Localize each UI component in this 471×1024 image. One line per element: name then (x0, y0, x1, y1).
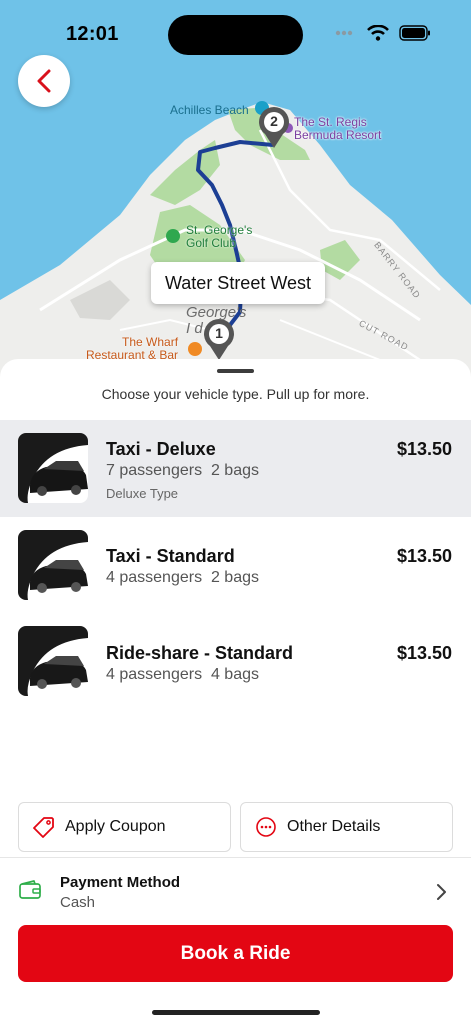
wallet-icon (19, 880, 41, 899)
car-icon (18, 433, 88, 503)
other-details-label: Other Details (287, 818, 381, 835)
vehicle-option-rideshare-standard[interactable]: Ride-share - Standard 4 passengers 4 bag… (0, 614, 471, 711)
payment-method-title: Payment Method (60, 874, 181, 891)
payment-method-value: Cash (60, 894, 96, 911)
vehicle-image (18, 530, 88, 600)
back-chevron-icon (37, 69, 51, 93)
vehicle-name: Ride-share - Standard (106, 643, 294, 663)
vehicle-name: Taxi - Standard (106, 546, 235, 566)
battery-icon (399, 25, 430, 41)
georges-line-1: George's (186, 304, 247, 321)
vehicle-passengers: 4 passengers (106, 569, 203, 586)
map-label-georges-island: George's I d (186, 305, 246, 337)
vehicle-passengers: 7 passengers (106, 462, 203, 479)
divider (0, 857, 471, 858)
vehicle-image (18, 433, 88, 503)
book-ride-button[interactable]: Book a Ride (18, 925, 453, 982)
dynamic-island (168, 15, 303, 55)
resort-line-2: Bermuda Resort (294, 128, 382, 142)
vehicle-image (18, 626, 88, 696)
vehicle-bags: 4 bags (210, 666, 259, 683)
map-label-achilles-beach: Achilles Beach (170, 103, 249, 117)
golf-line-2: Golf Club (186, 236, 237, 250)
vehicle-price: $13.50 (396, 439, 452, 459)
destination-pin-number: 2 (270, 113, 278, 129)
wifi-icon (367, 25, 389, 41)
car-icon (18, 626, 88, 696)
status-icons (335, 25, 431, 41)
vehicle-option-taxi-standard[interactable]: Taxi - Standard 4 passengers 2 bags $13.… (0, 517, 471, 614)
vehicle-name: Taxi - Deluxe (106, 439, 216, 459)
destination-pin[interactable]: 2 (257, 106, 291, 150)
cellular-icon (335, 30, 353, 36)
other-details-button[interactable]: Other Details (240, 802, 453, 852)
map-label-resort: The St. Regis Bermuda Resort (294, 116, 381, 142)
status-bar: 12:01 (0, 0, 471, 60)
map-label-golf-club: St. George's Golf Club (186, 224, 252, 250)
vehicle-price: $13.50 (396, 643, 452, 663)
vehicle-passengers: 4 passengers (106, 666, 203, 683)
vehicle-capacity: 7 passengers 2 bags (106, 462, 259, 480)
vehicle-capacity: 4 passengers 2 bags (106, 569, 259, 587)
georges-line-2: I d (186, 320, 203, 337)
apply-coupon-label: Apply Coupon (65, 818, 166, 835)
vehicle-bags: 2 bags (210, 462, 259, 479)
status-time: 12:01 (66, 23, 119, 45)
sheet-hint: Choose your vehicle type. Pull up for mo… (101, 386, 370, 402)
more-dots-icon (256, 817, 276, 837)
vehicle-bags: 2 bags (210, 569, 259, 586)
vehicle-type: Deluxe Type (106, 486, 179, 501)
coupon-tag-icon (33, 817, 54, 838)
payment-method-row[interactable]: Payment Method Cash (0, 866, 471, 918)
vehicle-price: $13.50 (396, 546, 452, 566)
chevron-right-icon (437, 884, 446, 900)
home-indicator (152, 1010, 320, 1015)
vehicle-capacity: 4 passengers 4 bags (106, 666, 259, 684)
sheet-grabber[interactable] (217, 369, 254, 373)
vehicle-option-taxi-deluxe[interactable]: Taxi - Deluxe 7 passengers 2 bags Deluxe… (0, 420, 471, 517)
location-tooltip[interactable]: Water Street West (151, 262, 325, 304)
car-icon (18, 530, 88, 600)
map-view[interactable]: 2 1 Achilles Beach The St. Regis Bermuda… (0, 0, 471, 390)
back-button[interactable] (18, 55, 70, 107)
apply-coupon-button[interactable]: Apply Coupon (18, 802, 231, 852)
